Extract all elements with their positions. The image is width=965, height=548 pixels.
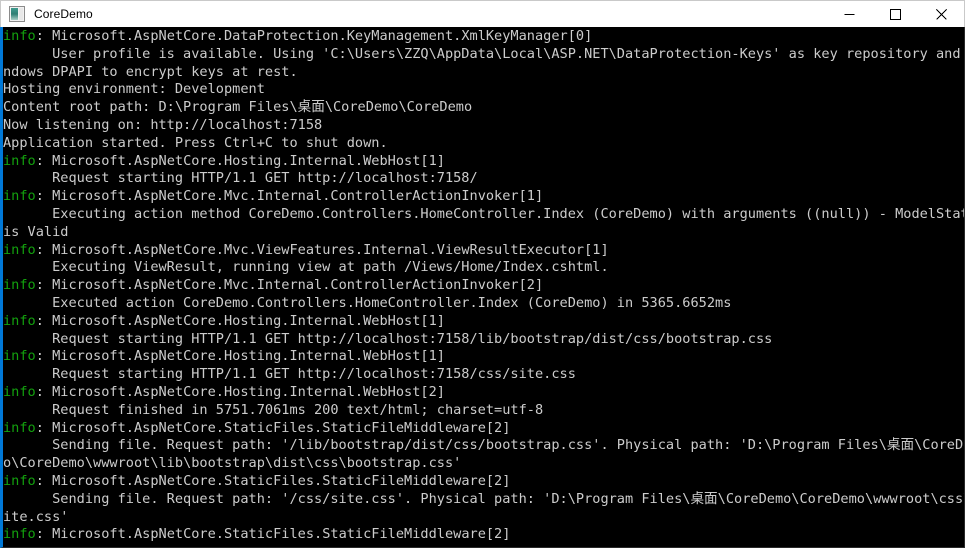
console-line: Request finished in 5751.7061ms 200 text… — [3, 401, 964, 420]
console-line: o\CoreDemo\wwwroot\lib\bootstrap\dist\cs… — [3, 455, 964, 473]
console-line: Executed action CoreDemo.Controllers.Hom… — [3, 294, 964, 313]
console-line: info: Microsoft.AspNetCore.Mvc.Internal.… — [3, 188, 964, 206]
console-line-text: Request starting HTTP/1.1 GET http://loc… — [3, 170, 478, 187]
console-line-text: Request starting HTTP/1.1 GET http://loc… — [3, 330, 773, 347]
console-line-text: Content root path: D:\Program Files\桌面\C… — [3, 99, 473, 116]
console-line: info: Microsoft.AspNetCore.StaticFiles.S… — [3, 472, 964, 491]
console-line-text: Now listening on: http://localhost:7158 — [3, 116, 323, 133]
console-line-text: : Microsoft.AspNetCore.StaticFiles.Stati… — [35, 419, 511, 436]
console-line-text: Request finished in 5751.7061ms 200 text… — [3, 401, 544, 418]
console-line-text: Hosting environment: Development — [3, 81, 265, 98]
console-line-text: : Microsoft.AspNetCore.Hosting.Internal.… — [35, 348, 445, 365]
console-line: info: Microsoft.AspNetCore.StaticFiles.S… — [3, 419, 964, 438]
console-line: Sending file. Request path: '/css/site.c… — [3, 490, 965, 509]
console-line-text: Application started. Press Ctrl+C to shu… — [3, 134, 388, 151]
log-level-info: info — [3, 312, 36, 329]
log-level-info: info — [3, 526, 36, 543]
log-level-info: info — [3, 28, 36, 44]
icon-pane-right — [19, 8, 23, 20]
console-line: info: Microsoft.AspNetCore.Hosting.Inter… — [3, 383, 964, 402]
console-line: info: Microsoft.AspNetCore.Mvc.ViewFeatu… — [3, 241, 964, 260]
console-line: Sending file. Request path: '/lib/bootst… — [3, 437, 965, 455]
console-line: info: Microsoft.AspNetCore.Mvc.Internal.… — [3, 277, 964, 295]
log-level-info: info — [3, 472, 36, 489]
log-level-info: info — [3, 348, 36, 365]
console-line: Request starting HTTP/1.1 GET http://loc… — [3, 330, 964, 349]
console-line-text: Sending file. Request path: '/css/site.c… — [3, 490, 965, 507]
log-level-info: info — [3, 152, 36, 169]
console-line-text: ite.css' — [3, 508, 69, 525]
console-line-text: : Microsoft.AspNetCore.Mvc.Internal.Cont… — [35, 277, 544, 294]
console-line: Executing ViewResult, running view at pa… — [3, 259, 964, 277]
log-level-info: info — [3, 419, 36, 436]
log-level-info: info — [3, 277, 36, 294]
console-line-text: Executed action CoreDemo.Controllers.Hom… — [3, 294, 732, 311]
close-button[interactable] — [918, 1, 964, 27]
console-line-text: o\CoreDemo\wwwroot\lib\bootstrap\dist\cs… — [3, 455, 462, 472]
console-line-text: : Microsoft.AspNetCore.Hosting.Internal.… — [35, 383, 445, 400]
console-line: info: Microsoft.AspNetCore.Hosting.Inter… — [3, 312, 964, 331]
console-line-text: : Microsoft.AspNetCore.Mvc.Internal.Cont… — [35, 188, 544, 205]
window-title: CoreDemo — [34, 7, 93, 21]
console-line: User profile is available. Using 'C:\Use… — [3, 45, 965, 64]
log-level-info: info — [3, 383, 36, 400]
console-output-area[interactable]: info: Microsoft.AspNetCore.DataProtectio… — [0, 27, 965, 548]
console-line: ndows DPAPI to encrypt keys at rest. — [3, 63, 964, 82]
console-line: Executing action method CoreDemo.Control… — [3, 205, 965, 224]
console-window: CoreDemo info: Microsoft.AspNetCore.Data… — [0, 0, 965, 548]
console-line-text: Request starting HTTP/1.1 GET http://loc… — [3, 366, 576, 383]
minimize-button[interactable] — [826, 1, 872, 27]
console-line: Application started. Press Ctrl+C to shu… — [3, 134, 964, 153]
icon-pane-left — [11, 8, 18, 20]
console-line: Hosting environment: Development — [3, 81, 964, 99]
console-line: is Valid — [3, 223, 964, 242]
console-line-text: : Microsoft.AspNetCore.Mvc.ViewFeatures.… — [35, 241, 609, 258]
console-app-icon — [9, 6, 25, 22]
console-line-text: Sending file. Request path: '/lib/bootst… — [3, 437, 965, 454]
console-line: Content root path: D:\Program Files\桌面\C… — [3, 99, 964, 117]
console-line-text: Executing ViewResult, running view at pa… — [3, 259, 609, 276]
console-line: info: Microsoft.AspNetCore.Hosting.Inter… — [3, 348, 964, 366]
console-line-text: Executing action method CoreDemo.Control… — [3, 205, 965, 222]
console-line-text: : Microsoft.AspNetCore.StaticFiles.Stati… — [35, 526, 511, 543]
console-line-text: User profile is available. Using 'C:\Use… — [3, 45, 965, 62]
console-line: Request starting HTTP/1.1 GET http://loc… — [3, 366, 964, 384]
console-line: ite.css' — [3, 508, 964, 527]
console-line-text: : Microsoft.AspNetCore.Hosting.Internal.… — [35, 152, 445, 169]
console-text: info: Microsoft.AspNetCore.DataProtectio… — [3, 28, 965, 544]
console-line: Request starting HTTP/1.1 GET http://loc… — [3, 170, 964, 188]
console-line-text: : Microsoft.AspNetCore.Hosting.Internal.… — [35, 312, 445, 329]
window-controls — [826, 1, 964, 27]
log-level-info: info — [3, 188, 36, 205]
console-line-text: is Valid — [3, 223, 69, 240]
maximize-button[interactable] — [872, 1, 918, 27]
console-line: info: Microsoft.AspNetCore.Hosting.Inter… — [3, 152, 964, 171]
title-bar[interactable]: CoreDemo — [0, 0, 965, 27]
console-line: Now listening on: http://localhost:7158 — [3, 116, 964, 135]
console-line: info: Microsoft.AspNetCore.DataProtectio… — [3, 28, 964, 46]
log-level-info: info — [3, 241, 36, 258]
console-line-text: ndows DPAPI to encrypt keys at rest. — [3, 63, 298, 80]
console-line-text: : Microsoft.AspNetCore.StaticFiles.Stati… — [35, 472, 511, 489]
console-line-text: : Microsoft.AspNetCore.DataProtection.Ke… — [35, 28, 593, 44]
console-line: info: Microsoft.AspNetCore.StaticFiles.S… — [3, 526, 964, 544]
